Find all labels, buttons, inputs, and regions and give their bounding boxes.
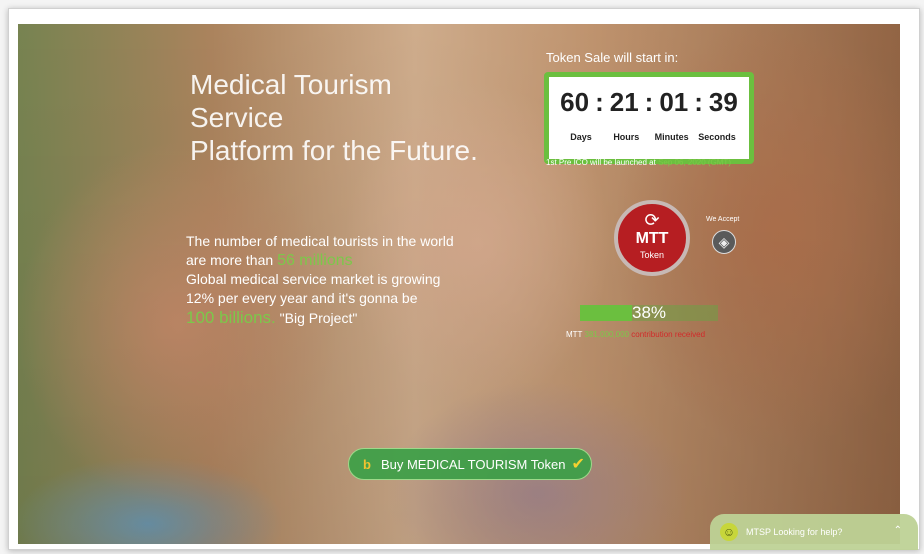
sale-progress-bar: 38% bbox=[580, 303, 718, 322]
label-seconds: Seconds bbox=[698, 132, 736, 142]
pre-ico-text: 1st Pre ICO will be launched at bbox=[546, 158, 659, 167]
pre-ico-date: Sep 06, 2020 (GMT) bbox=[658, 158, 731, 167]
raised-prefix: MTT bbox=[566, 330, 585, 339]
chevron-up-icon[interactable]: ⌃ bbox=[894, 525, 902, 536]
token-subtitle: Token bbox=[639, 250, 665, 260]
countdown-separator: : bbox=[644, 87, 654, 117]
countdown-separator: : bbox=[694, 87, 703, 117]
chat-label: MTSP Looking for help? bbox=[746, 527, 843, 537]
pitch-line-2: are more than 56 millions bbox=[186, 251, 486, 270]
headline-line-2: Platform for the Future. bbox=[190, 135, 478, 166]
headline-line-1: Medical Tourism Service bbox=[190, 69, 392, 133]
big-project-text: "Big Project" bbox=[275, 310, 358, 326]
checkmark-icon: ✔ bbox=[571, 456, 585, 473]
pitch-line-1: The number of medical tourists in the wo… bbox=[186, 233, 454, 249]
ethereum-icon: ◈ bbox=[712, 230, 736, 254]
buy-token-button[interactable]: b Buy MEDICAL TOURISM Token ✔ bbox=[348, 448, 592, 480]
hero-headline: Medical Tourism Service Platform for the… bbox=[190, 68, 490, 167]
contribution-status: MTT 381,000,000 contribution received bbox=[566, 330, 705, 339]
pre-ico-notice: 1st Pre ICO will be launched at Sep 06, … bbox=[546, 158, 731, 167]
label-days: Days bbox=[570, 132, 592, 142]
pitch-line-5: 100 billions. "Big Project" bbox=[186, 308, 486, 328]
countdown-separator: : bbox=[595, 87, 604, 117]
countdown-minutes: 01 bbox=[659, 87, 689, 117]
countdown-hours: 21 bbox=[609, 87, 639, 117]
countdown-seconds: 39 bbox=[708, 87, 738, 117]
we-accept-label: We Accept bbox=[706, 216, 740, 223]
countdown-title: Token Sale will start in: bbox=[546, 50, 679, 65]
pitch-line-2-text: are more than bbox=[186, 252, 278, 268]
progress-percent: 38% bbox=[631, 303, 667, 322]
countdown-days: 60 bbox=[560, 87, 590, 117]
chat-avatar-icon: ☺ bbox=[720, 523, 738, 541]
raised-suffix: contribution received bbox=[629, 330, 706, 339]
bitcoin-icon: b bbox=[363, 456, 371, 472]
buy-button-label: Buy MEDICAL TOURISM Token bbox=[380, 456, 566, 472]
pitch-line-4: 12% per every year and it's gonna be bbox=[186, 290, 418, 306]
countdown-timer: 60 : 21 : 01 : 39 Days Hours Minutes Sec… bbox=[544, 72, 754, 164]
raised-amount: 381,000,000 bbox=[584, 330, 630, 339]
highlight-billions: 100 billions. bbox=[186, 308, 276, 327]
chat-widget[interactable]: ☺ MTSP Looking for help? ⌃ bbox=[710, 514, 918, 550]
token-symbol: MTT bbox=[635, 230, 669, 247]
refresh-icon: ⟳ bbox=[644, 210, 660, 230]
label-minutes: Minutes bbox=[654, 132, 689, 142]
token-badge: ⟳ MTT Token bbox=[614, 200, 690, 276]
market-pitch: The number of medical tourists in the wo… bbox=[186, 232, 486, 328]
hero-section: Medical Tourism Service Platform for the… bbox=[18, 24, 900, 544]
label-hours: Hours bbox=[613, 132, 640, 142]
highlight-millions: 56 millions bbox=[277, 252, 353, 269]
pitch-line-3: Global medical service market is growing bbox=[186, 271, 441, 287]
